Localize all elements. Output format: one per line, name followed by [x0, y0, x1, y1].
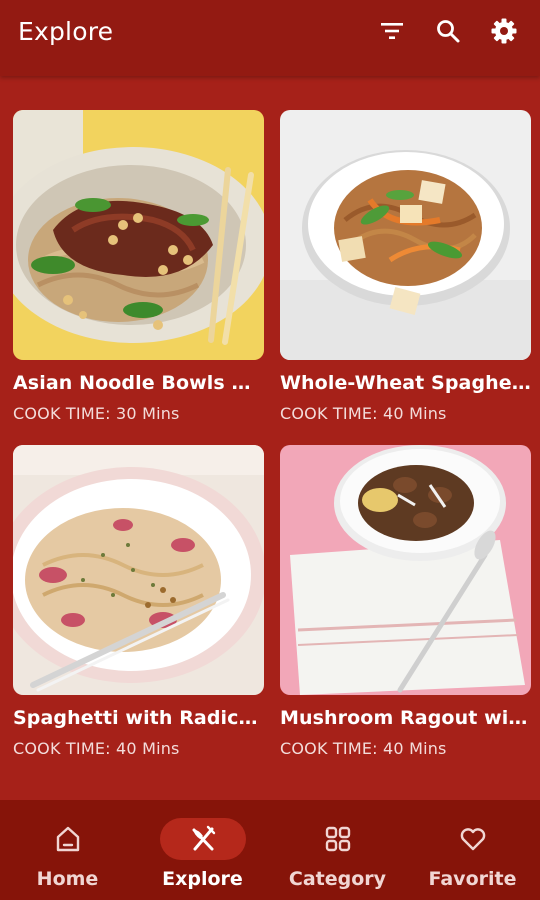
recipe-card[interactable]: Mushroom Ragout wit... COOK TIME: 40 Min…: [280, 445, 531, 758]
heart-icon: [460, 828, 485, 851]
app-bar: Explore: [0, 0, 540, 76]
nav-item-favorite[interactable]: Favorite: [413, 818, 533, 890]
wholewheat-spaghetti-tofu-photo[interactable]: [280, 110, 531, 360]
recipe-cook-time: COOK TIME: 30 Mins: [13, 404, 180, 423]
nav-item-category[interactable]: Category: [278, 818, 398, 890]
nav-icon-container: [25, 818, 111, 860]
gear-icon[interactable]: [486, 13, 522, 49]
grid-icon: [325, 826, 350, 852]
home-icon: [56, 826, 79, 852]
noodle-bowl-beef-photo[interactable]: [13, 110, 264, 360]
page-title: Explore: [18, 16, 114, 46]
recipe-cook-time: COOK TIME: 40 Mins: [13, 739, 180, 758]
nav-icon-container: [295, 818, 381, 860]
spaghetti-radicchio-photo[interactable]: [13, 445, 264, 695]
recipe-title: Spaghetti with Radicc...: [13, 707, 264, 729]
nav-item-explore[interactable]: Explore: [143, 818, 263, 890]
nav-icon-container: [159, 818, 246, 860]
recipe-cook-time: COOK TIME: 40 Mins: [280, 404, 447, 423]
recipe-grid: Asian Noodle Bowls wi... COOK TIME: 30 M…: [13, 110, 531, 758]
recipe-card[interactable]: Spaghetti with Radicc... COOK TIME: 40 M…: [13, 445, 264, 758]
nav-label: Favorite: [428, 868, 517, 890]
recipe-card[interactable]: Asian Noodle Bowls wi... COOK TIME: 30 M…: [13, 110, 264, 423]
appbar-actions: [374, 13, 522, 49]
mushroom-ragout-photo[interactable]: [280, 445, 531, 695]
search-icon[interactable]: [430, 13, 466, 49]
nav-icon-container: [430, 818, 516, 860]
nav-label: Home: [36, 868, 99, 890]
filter-icon[interactable]: [374, 13, 410, 49]
recipe-cook-time: COOK TIME: 40 Mins: [280, 739, 447, 758]
nav-item-home[interactable]: Home: [8, 818, 128, 890]
utensils-icon: [192, 825, 215, 851]
recipe-card[interactable]: Whole-Wheat Spaghe... COOK TIME: 40 Mins: [280, 110, 531, 423]
nav-label: Category: [288, 868, 387, 890]
recipe-title: Whole-Wheat Spaghe...: [280, 372, 531, 394]
bottom-navigation: Home Explore Category Favorite: [0, 800, 540, 900]
nav-label: Explore: [162, 868, 243, 890]
recipe-title: Mushroom Ragout wit...: [280, 707, 531, 729]
recipe-title: Asian Noodle Bowls wi...: [13, 372, 264, 394]
